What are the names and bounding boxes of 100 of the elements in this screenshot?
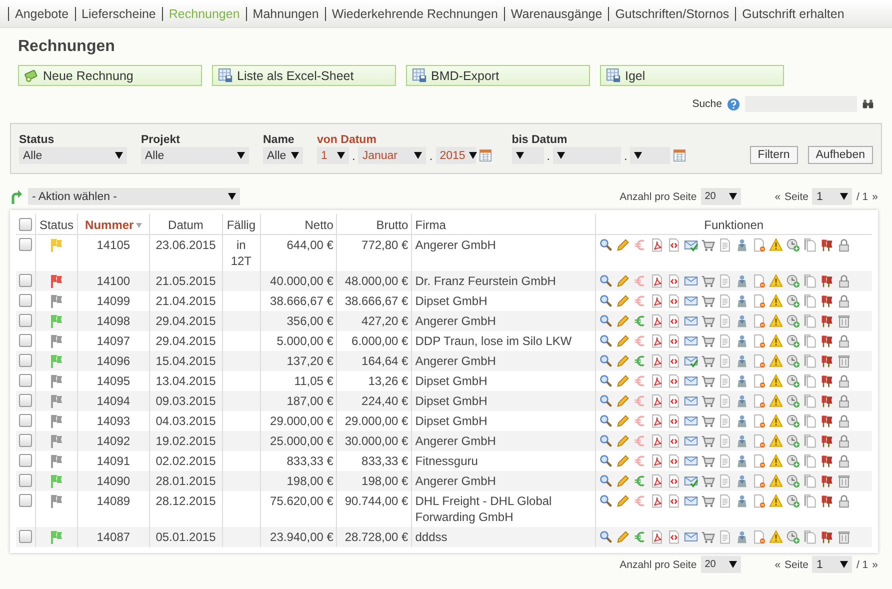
trash-icon[interactable]	[836, 314, 851, 328]
envelope-icon[interactable]	[684, 274, 698, 288]
pdf-icon[interactable]	[650, 274, 664, 288]
document-minus-icon[interactable]	[752, 454, 766, 468]
clock-plus-icon[interactable]	[786, 494, 800, 508]
warning-icon[interactable]	[768, 414, 783, 428]
document-minus-icon[interactable]	[752, 374, 766, 388]
clock-plus-icon[interactable]	[786, 414, 800, 428]
search-icon[interactable]	[598, 334, 613, 348]
clock-plus-icon[interactable]	[786, 354, 800, 368]
warning-icon[interactable]	[768, 354, 783, 368]
cart-icon[interactable]	[700, 238, 715, 252]
pencil-icon[interactable]	[616, 414, 630, 428]
flag-icon[interactable]	[820, 274, 834, 288]
trash-icon[interactable]	[836, 474, 851, 488]
flag-icon[interactable]	[820, 454, 834, 468]
search-icon[interactable]	[598, 530, 613, 544]
pencil-icon[interactable]	[616, 374, 630, 388]
clock-plus-icon[interactable]	[786, 334, 800, 348]
warning-icon[interactable]	[768, 238, 783, 252]
envelope-icon[interactable]	[684, 394, 698, 408]
document-icon[interactable]	[718, 394, 732, 408]
pencil-icon[interactable]	[616, 294, 630, 308]
row-checkbox[interactable]	[19, 314, 32, 327]
pdf-icon[interactable]	[650, 414, 664, 428]
figure-icon[interactable]	[734, 434, 749, 448]
year-select[interactable]: 2015	[436, 147, 476, 164]
document-icon[interactable]	[718, 414, 732, 428]
cart-icon[interactable]	[700, 530, 715, 544]
cart-icon[interactable]	[700, 374, 715, 388]
warning-icon[interactable]	[768, 294, 783, 308]
warning-icon[interactable]	[768, 474, 783, 488]
warning-icon[interactable]	[768, 394, 783, 408]
filter-select[interactable]: Alle	[263, 147, 303, 164]
column-header[interactable]: Nummer	[77, 214, 150, 234]
figure-icon[interactable]	[734, 374, 749, 388]
search-icon[interactable]	[598, 474, 613, 488]
search-icon[interactable]	[598, 414, 613, 428]
envelope-icon[interactable]	[684, 414, 698, 428]
row-checkbox[interactable]	[19, 530, 32, 543]
document-minus-icon[interactable]	[752, 394, 766, 408]
clock-plus-icon[interactable]	[786, 454, 800, 468]
euro-icon[interactable]	[632, 474, 647, 488]
day-select[interactable]: 1	[317, 147, 349, 164]
row-checkbox[interactable]	[19, 274, 32, 287]
document-icon[interactable]	[718, 530, 732, 544]
flag-icon[interactable]	[820, 334, 834, 348]
filter-button[interactable]: Aufheben	[808, 146, 873, 164]
lock-icon[interactable]	[836, 334, 851, 348]
code-icon[interactable]	[666, 374, 681, 388]
figure-icon[interactable]	[734, 530, 749, 544]
tab[interactable]: Lieferscheine	[74, 6, 162, 20]
column-header[interactable]: Firma	[412, 214, 596, 234]
code-icon[interactable]	[666, 414, 681, 428]
pencil-icon[interactable]	[616, 494, 630, 508]
euro-icon[interactable]	[632, 530, 647, 544]
copy-icon[interactable]	[802, 434, 817, 448]
envelope-icon[interactable]	[684, 530, 698, 544]
filter-select[interactable]: Alle	[141, 147, 249, 164]
warning-icon[interactable]	[768, 374, 783, 388]
cart-icon[interactable]	[700, 474, 715, 488]
document-icon[interactable]	[718, 494, 732, 508]
pdf-icon[interactable]	[650, 294, 664, 308]
pencil-icon[interactable]	[616, 274, 630, 288]
warning-icon[interactable]	[768, 454, 783, 468]
code-icon[interactable]	[666, 294, 681, 308]
next-page-link[interactable]: »	[872, 190, 878, 202]
trash-icon[interactable]	[836, 530, 851, 544]
previous-page-link[interactable]: «	[774, 190, 781, 202]
clock-plus-icon[interactable]	[786, 274, 800, 288]
row-checkbox[interactable]	[19, 354, 32, 367]
copy-icon[interactable]	[802, 474, 817, 488]
code-icon[interactable]	[666, 474, 681, 488]
document-minus-icon[interactable]	[752, 314, 766, 328]
pdf-icon[interactable]	[650, 374, 664, 388]
per-page-select[interactable]: 20	[700, 188, 741, 205]
search-icon[interactable]	[598, 294, 613, 308]
code-icon[interactable]	[666, 274, 681, 288]
warning-icon[interactable]	[768, 274, 783, 288]
code-icon[interactable]	[666, 454, 681, 468]
warning-icon[interactable]	[768, 494, 783, 508]
pencil-icon[interactable]	[616, 314, 630, 328]
euro-icon[interactable]	[632, 238, 647, 252]
warning-icon[interactable]	[768, 530, 783, 544]
flag-icon[interactable]	[820, 394, 834, 408]
document-icon[interactable]	[718, 238, 732, 252]
figure-icon[interactable]	[734, 414, 749, 428]
per-page-select[interactable]: 20	[700, 556, 741, 573]
figure-icon[interactable]	[734, 494, 749, 508]
search-icon[interactable]	[598, 354, 613, 368]
pdf-icon[interactable]	[650, 314, 664, 328]
code-icon[interactable]	[666, 394, 681, 408]
euro-icon[interactable]	[632, 494, 647, 508]
flag-icon[interactable]	[820, 474, 834, 488]
search-icon[interactable]	[598, 314, 613, 328]
figure-icon[interactable]	[734, 394, 749, 408]
euro-icon[interactable]	[632, 454, 647, 468]
page-select[interactable]: 1	[812, 188, 852, 205]
column-header[interactable]: Status	[36, 214, 78, 234]
figure-icon[interactable]	[734, 274, 749, 288]
